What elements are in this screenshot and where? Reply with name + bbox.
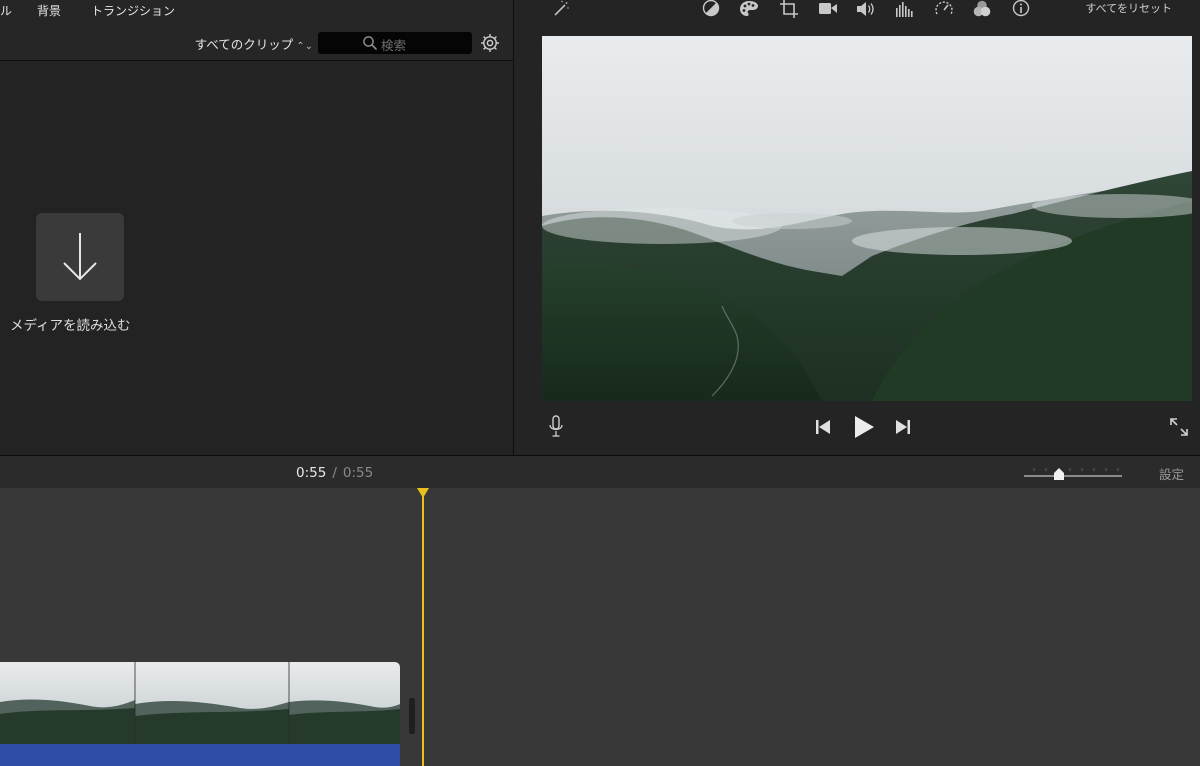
video-preview[interactable] bbox=[542, 36, 1192, 401]
magic-wand-icon[interactable] bbox=[550, 0, 570, 18]
current-time: 0:55 bbox=[296, 465, 327, 481]
import-media-label[interactable]: メディアを読み込む bbox=[10, 314, 131, 334]
arrow-down-icon bbox=[63, 233, 97, 281]
microphone-icon[interactable] bbox=[548, 415, 564, 439]
reset-all-button[interactable]: すべてをリセット bbox=[1085, 0, 1172, 16]
playhead-marker-icon[interactable] bbox=[417, 488, 429, 498]
chevron-updown-icon: ⌃⌄ bbox=[296, 41, 313, 52]
crop-icon[interactable] bbox=[779, 0, 799, 18]
clip-filter-dropdown[interactable]: すべてのクリップ ⌃⌄ bbox=[195, 34, 313, 53]
search-icon bbox=[363, 36, 377, 50]
timeline-header: 0:55 / 0:55 設定 bbox=[0, 455, 1200, 489]
adjustments-toolbar: すべてをリセット bbox=[514, 0, 1200, 22]
search-input[interactable]: 検索 bbox=[318, 32, 472, 54]
search-placeholder: 検索 bbox=[381, 38, 407, 53]
clip-thumbnail bbox=[289, 662, 400, 744]
zoom-slider[interactable] bbox=[1024, 464, 1122, 484]
clip-thumbnail bbox=[135, 662, 289, 744]
total-duration: 0:55 bbox=[342, 465, 374, 481]
zoom-slider-thumb bbox=[1054, 468, 1064, 480]
tab-backgrounds[interactable]: 背景 bbox=[37, 2, 61, 19]
info-icon[interactable] bbox=[1011, 0, 1031, 18]
clip-thumbnail bbox=[0, 662, 135, 744]
clip-filter-icon[interactable] bbox=[972, 0, 992, 18]
clip-filter-label: すべてのクリップ bbox=[194, 37, 294, 52]
playback-controls bbox=[514, 405, 1200, 449]
landscape-preview-image bbox=[542, 36, 1192, 401]
time-readout: 0:55 / 0:55 bbox=[296, 465, 373, 481]
speed-icon[interactable] bbox=[934, 0, 954, 18]
clip-audio-track[interactable] bbox=[0, 744, 400, 766]
browser-tab-bar: ル 背景 トランジション bbox=[0, 0, 513, 22]
equalizer-icon[interactable] bbox=[895, 0, 915, 18]
color-palette-icon[interactable] bbox=[739, 0, 759, 18]
stabilization-camera-icon[interactable] bbox=[818, 0, 838, 18]
time-separator: / bbox=[332, 465, 337, 481]
skip-forward-icon[interactable] bbox=[894, 418, 912, 436]
tab-titles[interactable]: ル bbox=[0, 2, 12, 19]
clip-filmstrip bbox=[0, 662, 400, 744]
playhead[interactable] bbox=[422, 488, 424, 766]
volume-icon[interactable] bbox=[856, 0, 876, 18]
timeline-video-clip[interactable] bbox=[0, 662, 400, 766]
tab-transitions[interactable]: トランジション bbox=[91, 2, 175, 19]
import-media-button[interactable] bbox=[36, 213, 124, 301]
gear-icon[interactable] bbox=[480, 33, 500, 53]
fullscreen-icon[interactable] bbox=[1168, 416, 1190, 438]
color-balance-icon[interactable] bbox=[701, 0, 721, 18]
browser-filter-bar: すべてのクリップ ⌃⌄ 検索 bbox=[0, 22, 513, 61]
play-icon[interactable] bbox=[852, 415, 876, 439]
skip-back-icon[interactable] bbox=[814, 418, 832, 436]
timeline-settings-button[interactable]: 設定 bbox=[1159, 464, 1184, 483]
clip-trim-handle[interactable] bbox=[409, 698, 415, 734]
